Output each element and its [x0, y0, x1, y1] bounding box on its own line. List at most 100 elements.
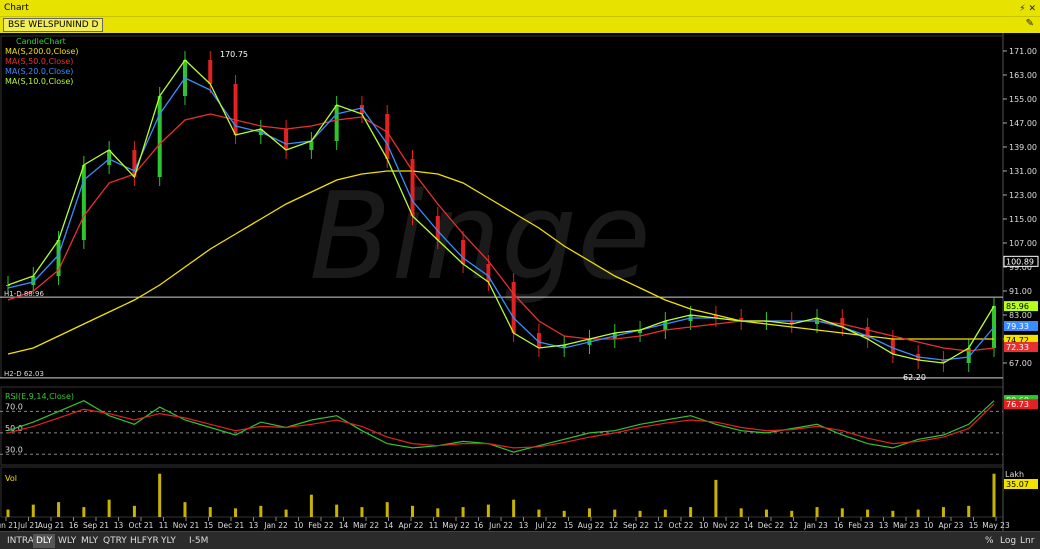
- x-tick-label: Dec 22: [758, 521, 785, 530]
- volume-bar: [840, 508, 844, 517]
- rsi-signal-line: [7, 403, 995, 449]
- candle-body: [81, 165, 86, 240]
- panel-border: [0, 466, 1004, 518]
- candle-body: [385, 114, 390, 159]
- volume-bar: [208, 507, 212, 517]
- volume-value-tag-label: 35.07: [1006, 480, 1029, 489]
- volume-bar: [436, 508, 440, 517]
- x-tick-label: 15: [204, 521, 214, 530]
- rsi-line: [7, 400, 995, 453]
- x-tick-label: Jan 23: [803, 521, 828, 530]
- volume-bar: [132, 505, 136, 517]
- rsi-value-tag-label: 76.73: [1006, 400, 1029, 409]
- tf-weekly[interactable]: WLY: [55, 534, 79, 548]
- chart-canvas[interactable]: Binge 171.00 163.00 155.00 147.00 139.00 131.…: [0, 33, 1040, 531]
- price-tick-label: 67.00: [1009, 359, 1032, 368]
- x-tick-label: Jul 22: [535, 521, 557, 530]
- price-tick-label: 131.00: [1009, 167, 1037, 176]
- volume-bar: [941, 507, 945, 517]
- candle-body: [410, 159, 415, 216]
- candle-body: [157, 96, 162, 177]
- volume-bar: [992, 473, 996, 517]
- x-tick-label: 16: [69, 521, 79, 530]
- price-tick-label: 163.00: [1009, 71, 1037, 80]
- x-tick-label: 13: [879, 521, 889, 530]
- log-button[interactable]: Log: [997, 534, 1019, 548]
- price-value-tag-label: 79.33: [1006, 322, 1029, 331]
- candle-body: [461, 240, 466, 264]
- tf-daily[interactable]: DLY: [33, 534, 56, 548]
- h1-label: H1-D 88.96: [4, 290, 44, 298]
- x-tick-label: Jan 22: [263, 521, 288, 530]
- volume-bar: [562, 510, 566, 517]
- volume-panel[interactable]: [6, 473, 996, 517]
- rsi-level-label: 30.0: [5, 445, 23, 454]
- legend-ma20: MA(S,20.0,Close): [5, 67, 73, 76]
- chart-window: Chart ⚡ ✕ BSE WELSPUNIND D ✎ Binge 171.0…: [0, 0, 1040, 549]
- x-tick-label: 12: [654, 521, 664, 530]
- price-tick-label: 171.00: [1009, 47, 1037, 56]
- price-tick-label: 83.00: [1009, 311, 1032, 320]
- volume-bar: [587, 508, 591, 517]
- x-tick-label: Aug 22: [578, 521, 605, 530]
- x-tick-label: 11: [429, 521, 439, 530]
- tf-halfyearly[interactable]: HLFYR: [127, 534, 162, 548]
- x-tick-label: May 22: [442, 521, 470, 530]
- x-tick-label: 14: [339, 521, 349, 530]
- legend-rsi: RSI(E,9,14,Close): [5, 392, 74, 401]
- candle-body: [435, 216, 440, 240]
- volume-bar: [689, 507, 693, 517]
- tf-yearly[interactable]: YLY: [158, 534, 179, 548]
- window-titlebar: Chart ⚡ ✕: [0, 0, 1040, 16]
- legend-candle: CandleChart: [16, 37, 66, 46]
- edit-icon[interactable]: ✎: [1026, 18, 1034, 29]
- symbol-bar: BSE WELSPUNIND D ✎: [0, 16, 1040, 33]
- tf-intra[interactable]: INTRA: [4, 534, 37, 548]
- volume-bar: [259, 505, 263, 517]
- volume-bar: [309, 494, 313, 517]
- x-tick-label: 12: [789, 521, 799, 530]
- volume-bar: [411, 505, 415, 517]
- tf-quarterly[interactable]: QTRY: [100, 534, 130, 548]
- price-value-tag-label: 85.96: [1006, 302, 1029, 311]
- volume-bar: [486, 504, 490, 517]
- x-tick-label: 12: [609, 521, 619, 530]
- bottom-toolbar: INTRA DLY WLY MLY QTRY HLFYR YLY I-5M % …: [0, 531, 1040, 549]
- window-control-icons[interactable]: ⚡ ✕: [1019, 1, 1036, 17]
- legend-ma200: MA(S,200.0,Close): [5, 47, 78, 56]
- x-tick-label: 16: [474, 521, 484, 530]
- x-axis: Jun 21Jul 21Aug 21 16 Sep 21 13 Oct 21 11 Nov …: [0, 517, 1010, 530]
- volume-bar: [6, 509, 10, 517]
- volume-bar: [613, 509, 617, 517]
- tf-5min[interactable]: I-5M: [186, 534, 211, 548]
- x-tick-label: 13: [519, 521, 529, 530]
- linear-button[interactable]: Lnr: [1017, 534, 1037, 548]
- x-tick-label: Jun 22: [488, 521, 513, 530]
- h2-label: H2-D 62.03: [4, 370, 44, 378]
- x-tick-label: Oct 21: [129, 521, 154, 530]
- x-tick-label: Mar 23: [893, 521, 919, 530]
- price-tick-label: 155.00: [1009, 95, 1037, 104]
- rsi-panel[interactable]: 70.050.030.0: [0, 400, 1003, 455]
- volume-bar: [158, 473, 162, 517]
- x-tick-label: Sep 22: [623, 521, 649, 530]
- low-label: 62.20: [903, 373, 926, 382]
- volume-bar: [714, 479, 718, 517]
- x-tick-label: Feb 22: [308, 521, 333, 530]
- symbol-field[interactable]: BSE WELSPUNIND D: [3, 18, 104, 32]
- percent-button[interactable]: %: [982, 534, 997, 548]
- volume-bar: [385, 502, 389, 517]
- price-tick-label: 107.00: [1009, 239, 1037, 248]
- volume-bar: [891, 510, 895, 517]
- x-tick-label: 10: [924, 521, 934, 530]
- volume-bar: [360, 507, 364, 517]
- x-tick-label: 14: [384, 521, 394, 530]
- candle-body: [309, 141, 314, 150]
- volume-bar: [461, 507, 465, 517]
- x-tick-label: 14: [744, 521, 754, 530]
- volume-bar: [916, 509, 920, 517]
- x-tick-label: Oct 22: [669, 521, 694, 530]
- legend-lakh: Lakh: [1005, 470, 1024, 479]
- tf-monthly[interactable]: MLY: [78, 534, 101, 548]
- volume-bar: [815, 507, 819, 517]
